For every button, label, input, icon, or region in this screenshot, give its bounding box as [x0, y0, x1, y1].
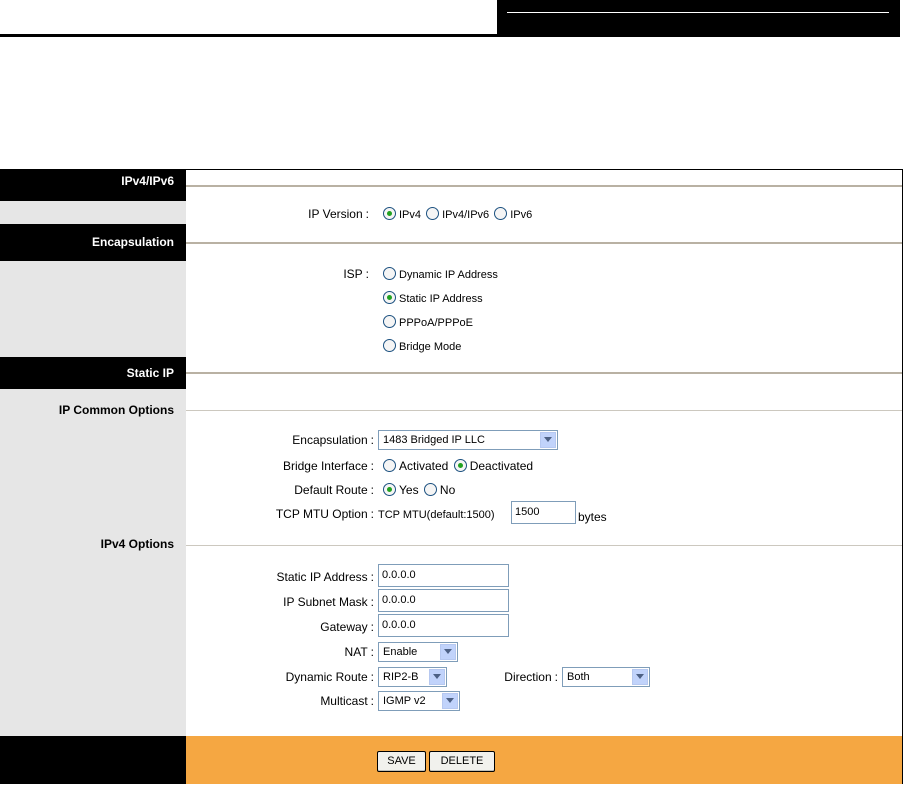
- gateway-label: Gateway:: [320, 620, 374, 634]
- section-divider: [186, 185, 902, 187]
- direction-select[interactable]: Both: [562, 667, 650, 687]
- radio-button[interactable]: [383, 207, 396, 220]
- radio-button[interactable]: [383, 459, 396, 472]
- chevron-down-icon: [442, 693, 458, 709]
- subsection-divider: [186, 545, 902, 546]
- left-cell: [0, 201, 186, 224]
- nat-label: NAT:: [344, 645, 374, 659]
- static-ip-address-input[interactable]: 0.0.0.0: [378, 564, 509, 587]
- footer-bar: SAVE DELETE: [186, 736, 902, 784]
- radio-button[interactable]: [383, 339, 396, 352]
- bridge-interface-label: Bridge Interface:: [282, 459, 374, 473]
- subsection-divider: [186, 410, 902, 411]
- dynamic-route-select[interactable]: RIP2-B: [378, 667, 447, 687]
- tcp-mtu-unit: bytes: [578, 510, 607, 524]
- document-header-bar: [497, 0, 900, 37]
- isp-option-dynamic[interactable]: Dynamic IP Address: [383, 267, 498, 281]
- dynamic-route-label: Dynamic Route:: [285, 670, 374, 684]
- tcp-mtu-prefix: TCP MTU(default:1500): [378, 509, 495, 521]
- radio-button[interactable]: [383, 483, 396, 496]
- radio-button[interactable]: [453, 459, 467, 472]
- radio-button[interactable]: [383, 315, 396, 328]
- radio-button[interactable]: [494, 207, 508, 220]
- radio-activated[interactable]: Activated: [383, 459, 448, 473]
- ip-common-options-heading: IP Common Options: [58, 403, 174, 417]
- static-ip-address-label: Static IP Address:: [276, 570, 374, 584]
- radio-yes[interactable]: Yes: [383, 483, 419, 497]
- document-header-line: [507, 12, 889, 13]
- default-route-options: Yes No: [383, 483, 455, 497]
- section-divider: [186, 372, 902, 374]
- isp-option-pppoa[interactable]: PPPoA/PPPoE: [383, 315, 473, 329]
- ip-subnet-mask-input[interactable]: 0.0.0.0: [378, 589, 509, 612]
- radio-button[interactable]: [383, 267, 396, 280]
- gateway-input[interactable]: 0.0.0.0: [378, 614, 509, 637]
- chevron-down-icon: [540, 432, 556, 448]
- save-button[interactable]: SAVE: [377, 751, 426, 772]
- chevron-down-icon: [440, 644, 456, 660]
- radio-ipv46[interactable]: IPv4/IPv6: [424, 207, 489, 221]
- radio-button[interactable]: [423, 483, 437, 496]
- section-divider: [186, 242, 902, 244]
- left-column: [0, 170, 186, 783]
- tcp-mtu-input[interactable]: 1500: [511, 501, 576, 524]
- document-header-edge: [900, 0, 905, 37]
- default-route-label: Default Route:: [294, 483, 374, 497]
- delete-button[interactable]: DELETE: [429, 751, 495, 772]
- chevron-down-icon: [632, 669, 648, 685]
- encapsulation-select[interactable]: 1483 Bridged IP LLC: [378, 430, 558, 450]
- wan-settings-panel: IPv4/IPv6 IP Version: IPv4 IPv4/IPv6 IPv…: [0, 169, 903, 784]
- section-header-static-ip: Static IP: [0, 357, 186, 389]
- ip-subnet-mask-label: IP Subnet Mask:: [283, 595, 374, 609]
- ipv4-options-heading: IPv4 Options: [100, 537, 174, 551]
- bridge-interface-options: Activated Deactivated: [383, 459, 533, 473]
- radio-ipv4[interactable]: IPv4: [383, 207, 421, 221]
- ip-version-label: IP Version:: [308, 207, 369, 221]
- footer-left: [0, 736, 186, 784]
- isp-label: ISP:: [343, 267, 369, 281]
- section-header-encapsulation: Encapsulation: [0, 224, 186, 261]
- radio-button[interactable]: [383, 291, 396, 304]
- tcp-mtu-label: TCP MTU Option:: [275, 507, 374, 521]
- radio-ipv6[interactable]: IPv6: [492, 207, 532, 221]
- chevron-down-icon: [429, 669, 445, 685]
- radio-button[interactable]: [426, 207, 440, 220]
- nat-select[interactable]: Enable: [378, 642, 458, 662]
- ip-version-options: IPv4 IPv4/IPv6 IPv6: [383, 207, 532, 221]
- direction-label: Direction:: [504, 670, 558, 684]
- encapsulation-label: Encapsulation:: [292, 433, 374, 447]
- radio-no[interactable]: No: [422, 483, 455, 497]
- isp-option-static[interactable]: Static IP Address: [383, 291, 483, 305]
- isp-option-bridge[interactable]: Bridge Mode: [383, 339, 461, 353]
- multicast-select[interactable]: IGMP v2: [378, 691, 460, 711]
- section-header-ipv46: IPv4/IPv6: [0, 170, 186, 201]
- radio-deactivated[interactable]: Deactivated: [452, 459, 533, 473]
- multicast-label: Multicast:: [320, 694, 374, 708]
- document-header-rule: [0, 34, 497, 37]
